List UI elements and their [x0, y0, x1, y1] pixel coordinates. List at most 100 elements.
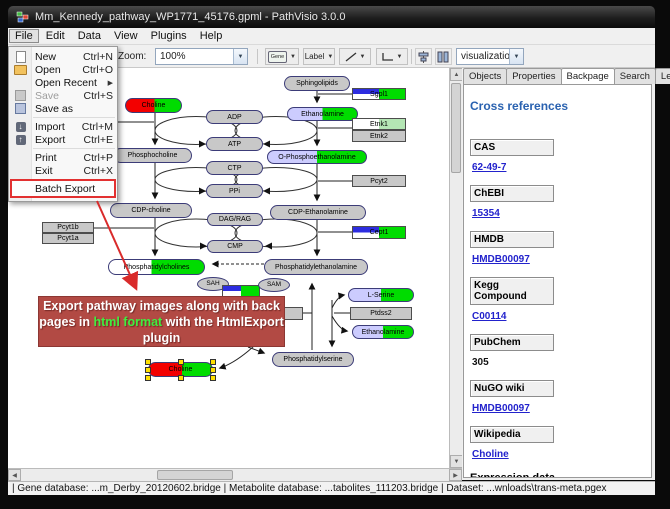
selection-handle[interactable]	[210, 375, 216, 381]
gene-pcyt1a[interactable]: Pcyt1a	[42, 233, 94, 244]
menu-item-open-recent[interactable]: Open Recent ▶	[9, 76, 117, 89]
horizontal-scroll-thumb[interactable]	[157, 470, 233, 480]
add-datanode-button[interactable]: Gene ▼	[265, 48, 299, 65]
section-title-chebi: ChEBI	[470, 185, 554, 202]
visualization-value: visualization	[457, 51, 509, 62]
canvas-vertical-scrollbar[interactable]: ▲ ▼	[449, 68, 462, 468]
menu-data[interactable]: Data	[72, 29, 107, 43]
node-sphingolipids[interactable]: Sphingolipids	[284, 76, 350, 91]
node-adp[interactable]: ADP	[206, 110, 263, 124]
node-ethanolamine-top[interactable]: Ethanolamine	[287, 107, 358, 121]
backpage-section: CAS 62-49-7	[470, 139, 651, 173]
gene-box-partial[interactable]	[283, 307, 303, 320]
gene-etnk1[interactable]: Etnk1	[352, 118, 406, 130]
menu-item-import[interactable]: ↓ Import Ctrl+M	[9, 120, 117, 133]
menu-separator	[33, 117, 115, 118]
gene-pcyt2[interactable]: Pcyt2	[352, 175, 406, 187]
title-bar: Mm_Kennedy_pathway_WP1771_45176.gpml - P…	[8, 6, 655, 28]
node-dag[interactable]: DAG/RAG	[207, 213, 263, 226]
line-icon	[345, 52, 357, 62]
kegg-link[interactable]: C00114	[472, 311, 506, 322]
selection-handle[interactable]	[210, 359, 216, 365]
tab-objects[interactable]: Objects	[463, 68, 507, 84]
chevron-down-icon[interactable]: ▼	[509, 49, 523, 64]
node-cmp[interactable]: CMP	[207, 240, 263, 253]
canvas-horizontal-scrollbar[interactable]: ◀ ▶	[8, 468, 462, 481]
selection-handle[interactable]	[145, 367, 151, 373]
tab-search[interactable]: Search	[614, 68, 656, 84]
selection-handle[interactable]	[145, 375, 151, 381]
menu-item-new[interactable]: New Ctrl+N	[9, 50, 117, 63]
node-l-serine[interactable]: L-Serine	[348, 288, 414, 302]
menu-file[interactable]: File	[9, 29, 39, 43]
cas-link[interactable]: 62-49-7	[472, 162, 506, 173]
menu-item-batch-export[interactable]: Batch Export	[10, 179, 116, 198]
chevron-down-icon[interactable]: ▼	[233, 49, 247, 64]
scroll-left-icon[interactable]: ◀	[8, 469, 21, 481]
selection-handle[interactable]	[178, 359, 184, 365]
gene-etnk2[interactable]: Etnk2	[352, 130, 406, 142]
node-ctp[interactable]: CTP	[206, 161, 263, 175]
node-phosphocholine[interactable]: Phosphocholine	[113, 148, 192, 163]
add-label-button[interactable]: Label ▼	[303, 48, 335, 65]
hmdb-link[interactable]: HMDB00097	[472, 254, 530, 265]
scroll-right-icon[interactable]: ▶	[449, 469, 462, 481]
backpage-section: ChEBI 15354	[470, 185, 651, 219]
menu-item-print[interactable]: Print Ctrl+P	[9, 151, 117, 164]
chevron-down-icon[interactable]: ▼	[327, 54, 333, 60]
menu-item-open[interactable]: Open Ctrl+O	[9, 63, 117, 76]
align-center-icon	[417, 51, 430, 63]
node-phosphatidylserine[interactable]: Phosphatidylserine	[272, 352, 354, 367]
selection-handle[interactable]	[145, 359, 151, 365]
node-phosphatidylethanolamine[interactable]: Phosphatidylethanolamine	[264, 259, 368, 275]
side-panel-tabs: Objects Properties Backpage Search Legen…	[463, 68, 654, 84]
zoom-label: Zoom:	[118, 51, 146, 62]
vertical-scroll-thumb[interactable]	[451, 83, 461, 173]
pathvisio-window: Mm_Kennedy_pathway_WP1771_45176.gpml - P…	[0, 0, 670, 509]
chevron-down-icon[interactable]: ▼	[360, 54, 366, 60]
node-ethanolamine-bottom[interactable]: Ethanolamine	[352, 325, 414, 339]
connector-tool-button[interactable]: ▼	[376, 48, 408, 65]
menu-item-exit[interactable]: Exit Ctrl+X	[9, 164, 117, 177]
chebi-link[interactable]: 15354	[472, 208, 500, 219]
menu-plugins[interactable]: Plugins	[145, 29, 193, 43]
node-o-phosphoethanolamine[interactable]: O-Phosphoethanolamine	[267, 150, 367, 164]
node-cdp-choline[interactable]: CDP-choline	[110, 203, 192, 218]
nugo-link[interactable]: HMDB00097	[472, 403, 530, 414]
toolbar-separator	[411, 49, 412, 64]
selection-handle[interactable]	[210, 367, 216, 373]
wikipedia-link[interactable]: Choline	[472, 449, 509, 460]
node-sam[interactable]: SAM	[258, 278, 290, 292]
tab-legend[interactable]: Legend	[655, 68, 670, 84]
gene-ptdss2[interactable]: Ptdss2	[350, 307, 412, 320]
gene-cept1[interactable]: Cept1	[352, 226, 406, 239]
import-icon: ↓	[13, 122, 28, 132]
node-atp[interactable]: ATP	[206, 137, 263, 151]
gene-pcyt1b[interactable]: Pcyt1b	[42, 222, 94, 233]
node-cdp-ethanolamine[interactable]: CDP-Ethanolamine	[270, 205, 366, 220]
gene-sgpl1[interactable]: Sgpl1	[352, 88, 406, 100]
selection-handle[interactable]	[178, 375, 184, 381]
menu-edit[interactable]: Edit	[40, 29, 71, 43]
backpage-section: NuGO wiki HMDB00097	[470, 380, 651, 414]
align-center-button[interactable]	[415, 48, 432, 65]
menu-view[interactable]: View	[108, 29, 144, 43]
node-choline-top[interactable]: Choline	[125, 98, 182, 113]
node-phosphatidylcholines[interactable]: Phosphatidylcholines	[108, 259, 205, 275]
zoom-combobox[interactable]: 100% ▼	[155, 48, 248, 65]
menu-help[interactable]: Help	[194, 29, 229, 43]
menu-separator	[33, 148, 115, 149]
menu-item-export[interactable]: ↑ Export Ctrl+E	[9, 133, 117, 146]
tab-properties[interactable]: Properties	[506, 68, 561, 84]
tab-backpage[interactable]: Backpage	[561, 68, 615, 84]
section-title-hmdb: HMDB	[470, 231, 554, 248]
common-size-button[interactable]	[435, 48, 452, 65]
node-ppi[interactable]: PPi	[206, 184, 263, 198]
menu-item-save-as[interactable]: Save as	[9, 102, 117, 115]
chevron-down-icon[interactable]: ▼	[290, 54, 296, 60]
visualization-combobox[interactable]: visualization ▼	[456, 48, 524, 65]
status-text: | Gene database: ...m_Derby_20120602.bri…	[12, 483, 606, 494]
line-tool-button[interactable]: ▼	[339, 48, 371, 65]
chevron-down-icon[interactable]: ▼	[397, 54, 403, 60]
open-folder-icon	[13, 65, 28, 75]
